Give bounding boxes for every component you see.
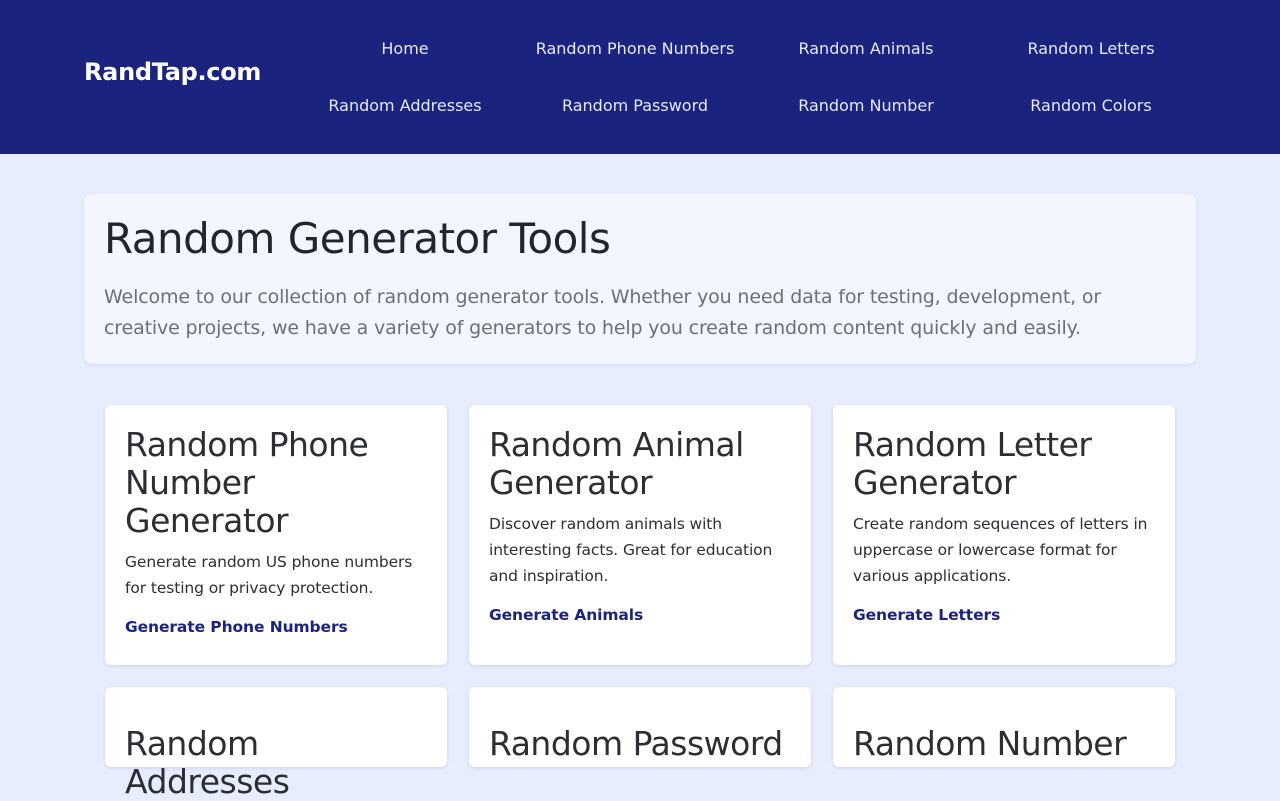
generate-phone-numbers-link[interactable]: Generate Phone Numbers	[125, 618, 348, 636]
generate-letters-link[interactable]: Generate Letters	[853, 606, 1000, 624]
card-title: Random Letter Generator	[853, 425, 1092, 502]
nav-random-password[interactable]: Random Password	[515, 96, 755, 115]
nav-random-colors[interactable]: Random Colors	[971, 96, 1211, 115]
card-animal-generator: Random Animal Generator Discover random …	[469, 405, 811, 665]
card-letter-generator: Random Letter Generator Create random se…	[833, 405, 1175, 665]
card-description: Create random sequences of letters in up…	[853, 515, 1148, 585]
card-number-generator: Random Number	[833, 687, 1175, 767]
card-title: Random Password	[489, 724, 783, 763]
card-title: Random Phone Number Generator	[125, 425, 369, 540]
card-title: Random Number	[853, 724, 1127, 763]
card-description: Generate random US phone numbers for tes…	[125, 553, 413, 597]
card-title: Random Animal Generator	[489, 425, 744, 502]
card-description: Discover random animals with interesting…	[489, 515, 773, 585]
card-phone-number-generator: Random Phone Number Generator Generate r…	[105, 405, 447, 665]
card-password-generator: Random Password	[469, 687, 811, 767]
page-title: Random Generator Tools	[104, 214, 611, 263]
card-address-generator: Random Addresses	[105, 687, 447, 801]
nav-random-number[interactable]: Random Number	[746, 96, 986, 115]
site-header: RandTap.com Home Random Phone Numbers Ra…	[0, 0, 1280, 154]
site-logo[interactable]: RandTap.com	[84, 58, 261, 86]
intro-section: Random Generator Tools Welcome to our co…	[84, 194, 1196, 364]
nav-random-addresses[interactable]: Random Addresses	[285, 96, 525, 115]
nav-random-animals[interactable]: Random Animals	[746, 39, 986, 58]
intro-text: Welcome to our collection of random gene…	[104, 286, 1102, 339]
nav-random-letters[interactable]: Random Letters	[971, 39, 1211, 58]
nav-home[interactable]: Home	[285, 39, 525, 58]
nav-random-phone-numbers[interactable]: Random Phone Numbers	[515, 39, 755, 58]
card-title: Random Addresses	[125, 724, 290, 801]
generate-animals-link[interactable]: Generate Animals	[489, 606, 643, 624]
